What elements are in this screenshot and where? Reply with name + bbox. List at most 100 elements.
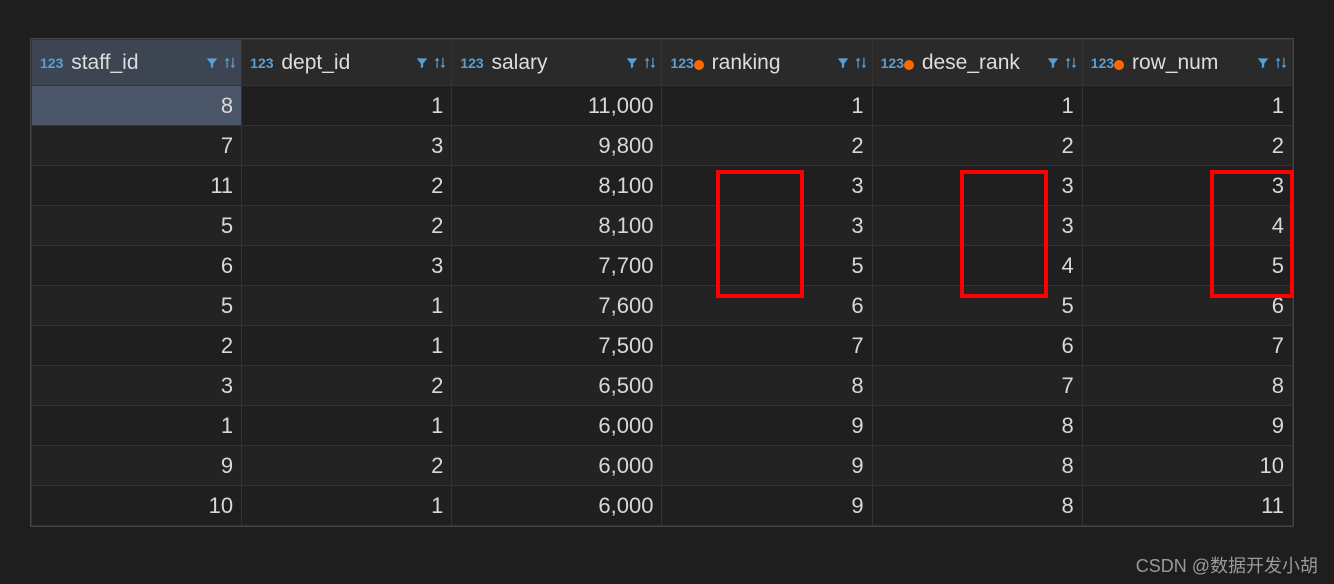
sort-icon[interactable]	[643, 54, 657, 72]
table-row[interactable]: 1128,100333	[32, 166, 1293, 206]
cell-dept_id[interactable]: 2	[242, 366, 452, 406]
cell-ranking[interactable]: 5	[662, 246, 872, 286]
cell-ranking[interactable]: 9	[662, 406, 872, 446]
cell-dese_rank[interactable]: 3	[872, 166, 1082, 206]
table-row[interactable]: 517,600656	[32, 286, 1293, 326]
cell-row_num[interactable]: 11	[1082, 486, 1292, 526]
cell-salary[interactable]: 11,000	[452, 86, 662, 126]
cell-row_num[interactable]: 5	[1082, 246, 1292, 286]
cell-staff_id[interactable]: 5	[32, 206, 242, 246]
cell-salary[interactable]: 8,100	[452, 166, 662, 206]
cell-dept_id[interactable]: 2	[242, 206, 452, 246]
cell-staff_id[interactable]: 10	[32, 486, 242, 526]
cell-ranking[interactable]: 9	[662, 486, 872, 526]
cell-dese_rank[interactable]: 3	[872, 206, 1082, 246]
cell-staff_id[interactable]: 7	[32, 126, 242, 166]
cell-ranking[interactable]: 3	[662, 206, 872, 246]
cell-salary[interactable]: 6,500	[452, 366, 662, 406]
filter-icon[interactable]	[836, 56, 850, 70]
cell-dese_rank[interactable]: 1	[872, 86, 1082, 126]
sort-icon[interactable]	[223, 54, 237, 72]
cell-row_num[interactable]: 10	[1082, 446, 1292, 486]
filter-icon[interactable]	[415, 56, 429, 70]
cell-value: 10	[209, 493, 233, 518]
table-row[interactable]: 528,100334	[32, 206, 1293, 246]
table-row[interactable]: 8111,000111	[32, 86, 1293, 126]
cell-salary[interactable]: 7,700	[452, 246, 662, 286]
cell-dept_id[interactable]: 1	[242, 86, 452, 126]
column-header-dept_id[interactable]: 123 dept_id	[242, 40, 452, 86]
table-row[interactable]: 739,800222	[32, 126, 1293, 166]
cell-row_num[interactable]: 3	[1082, 166, 1292, 206]
column-header-staff_id[interactable]: 123 staff_id	[32, 40, 242, 86]
sort-icon[interactable]	[1274, 54, 1288, 72]
table-row[interactable]: 326,500878	[32, 366, 1293, 406]
table-row[interactable]: 926,0009810	[32, 446, 1293, 486]
table-row[interactable]: 11 6,000 989	[32, 406, 1293, 446]
cell-dept_id[interactable]: 1	[242, 326, 452, 366]
table-row[interactable]: 10 16,0009811	[32, 486, 1293, 526]
sort-icon[interactable]	[854, 54, 868, 72]
cell-dese_rank[interactable]: 8	[872, 486, 1082, 526]
cell-dese_rank[interactable]: 8	[872, 446, 1082, 486]
column-header-ranking[interactable]: 123 ranking	[662, 40, 872, 86]
cell-value: 6,000	[598, 413, 653, 438]
cell-ranking[interactable]: 9	[662, 446, 872, 486]
cell-ranking[interactable]: 7	[662, 326, 872, 366]
cell-staff_id[interactable]: 9	[32, 446, 242, 486]
cell-salary[interactable]: 6,000	[452, 446, 662, 486]
cell-dept_id[interactable]: 1	[242, 486, 452, 526]
cell-staff_id[interactable]: 11	[32, 166, 242, 206]
filter-icon[interactable]	[205, 56, 219, 70]
cell-dese_rank[interactable]: 4	[872, 246, 1082, 286]
cell-salary[interactable]: 6,000	[452, 406, 662, 446]
cell-staff_id[interactable]: 2	[32, 326, 242, 366]
cell-salary[interactable]: 6,000	[452, 486, 662, 526]
cell-value: 3	[1062, 173, 1074, 198]
cell-dept_id[interactable]: 3	[242, 126, 452, 166]
cell-row_num[interactable]: 7	[1082, 326, 1292, 366]
cell-ranking[interactable]: 3	[662, 166, 872, 206]
cell-ranking[interactable]: 6	[662, 286, 872, 326]
cell-staff_id[interactable]: 8	[32, 86, 242, 126]
cell-staff_id[interactable]: 5	[32, 286, 242, 326]
table-row[interactable]: 217,500767	[32, 326, 1293, 366]
cell-dese_rank[interactable]: 8	[872, 406, 1082, 446]
cell-salary[interactable]: 7,600	[452, 286, 662, 326]
table-row[interactable]: 637,700545	[32, 246, 1293, 286]
filter-icon[interactable]	[1046, 56, 1060, 70]
cell-dept_id[interactable]: 2	[242, 166, 452, 206]
cell-dese_rank[interactable]: 2	[872, 126, 1082, 166]
cell-row_num[interactable]: 2	[1082, 126, 1292, 166]
column-header-row_num[interactable]: 123 row_num	[1082, 40, 1292, 86]
cell-row_num[interactable]: 1	[1082, 86, 1292, 126]
cell-staff_id[interactable]: 3	[32, 366, 242, 406]
cell-salary[interactable]: 8,100	[452, 206, 662, 246]
cell-ranking[interactable]: 1	[662, 86, 872, 126]
cell-row_num[interactable]: 8	[1082, 366, 1292, 406]
cell-staff_id[interactable]: 6	[32, 246, 242, 286]
cell-salary[interactable]: 7,500	[452, 326, 662, 366]
cell-row_num[interactable]: 4	[1082, 206, 1292, 246]
cell-dept_id[interactable]: 1	[242, 286, 452, 326]
cell-ranking[interactable]: 8	[662, 366, 872, 406]
cell-dept_id[interactable]: 3	[242, 246, 452, 286]
cell-dese_rank[interactable]: 6	[872, 326, 1082, 366]
filter-icon[interactable]	[1256, 56, 1270, 70]
cell-row_num[interactable]: 6	[1082, 286, 1292, 326]
cell-value: 3	[1062, 213, 1074, 238]
cell-row_num[interactable]: 9	[1082, 406, 1292, 446]
cell-staff_id[interactable]: 1	[32, 406, 242, 446]
column-header-salary[interactable]: 123 salary	[452, 40, 662, 86]
cell-salary[interactable]: 9,800	[452, 126, 662, 166]
cell-dept_id[interactable]: 2	[242, 446, 452, 486]
cell-dept_id[interactable]: 1	[242, 406, 452, 446]
column-header-dese_rank[interactable]: 123 dese_rank	[872, 40, 1082, 86]
sort-icon[interactable]	[433, 54, 447, 72]
sort-icon[interactable]	[1064, 54, 1078, 72]
cell-dese_rank[interactable]: 7	[872, 366, 1082, 406]
cell-value: 7,600	[598, 293, 653, 318]
filter-icon[interactable]	[625, 56, 639, 70]
cell-ranking[interactable]: 2	[662, 126, 872, 166]
cell-dese_rank[interactable]: 5	[872, 286, 1082, 326]
